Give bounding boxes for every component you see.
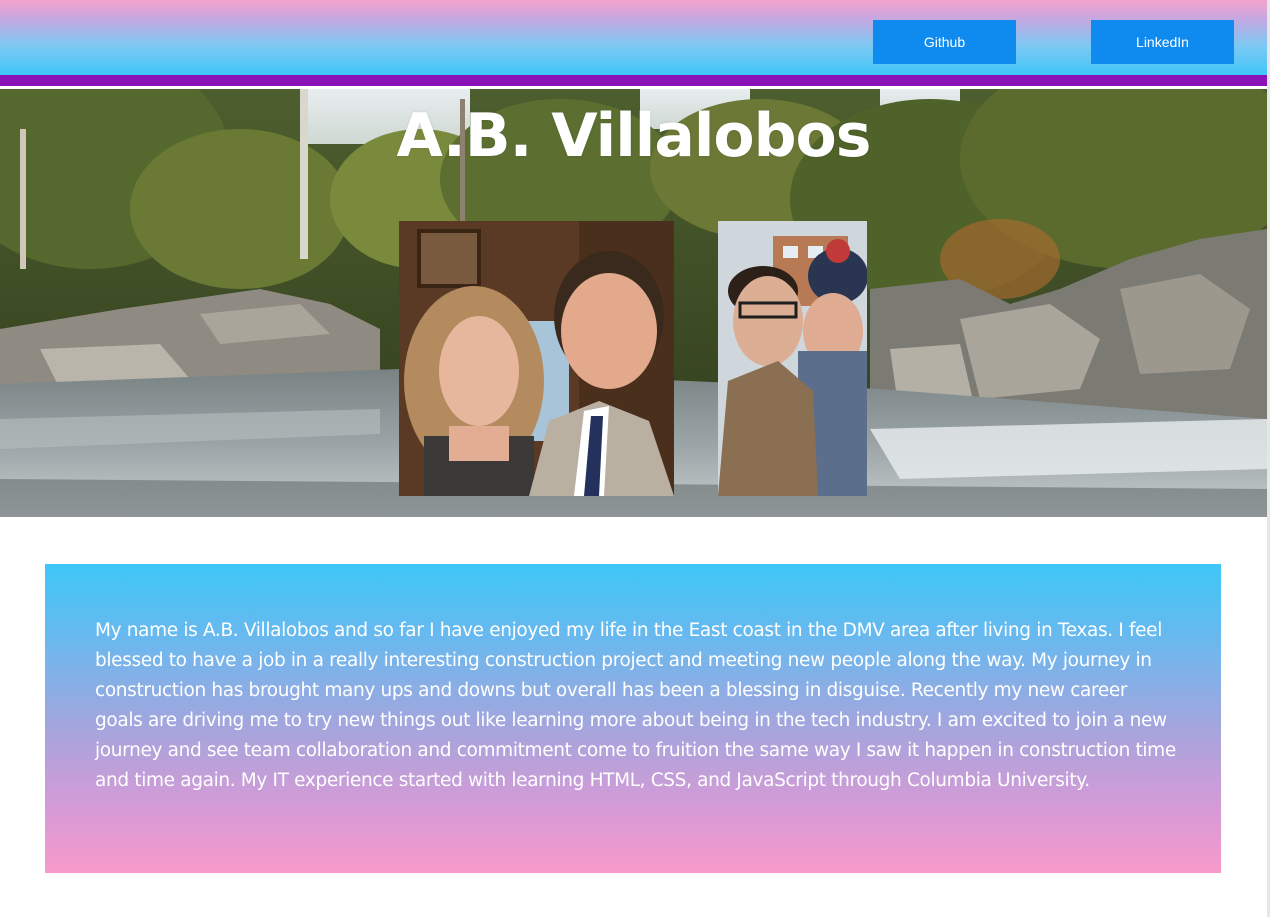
about-paragraph: My name is A.B. Villalobos and so far I … <box>95 620 1176 791</box>
hero-banner: A.B. Villalobos <box>0 89 1267 517</box>
couple-photo-formal <box>399 221 674 496</box>
top-navbar: Github LinkedIn <box>0 0 1267 75</box>
couple-selfie-photo <box>718 221 867 496</box>
page-title: A.B. Villalobos <box>396 101 872 171</box>
page: Github LinkedIn A.B. Villalobos My name … <box>0 0 1270 917</box>
header-divider <box>0 75 1267 86</box>
about-section: My name is A.B. Villalobos and so far I … <box>45 564 1221 873</box>
github-button[interactable]: Github <box>873 20 1016 64</box>
linkedin-button[interactable]: LinkedIn <box>1091 20 1234 64</box>
